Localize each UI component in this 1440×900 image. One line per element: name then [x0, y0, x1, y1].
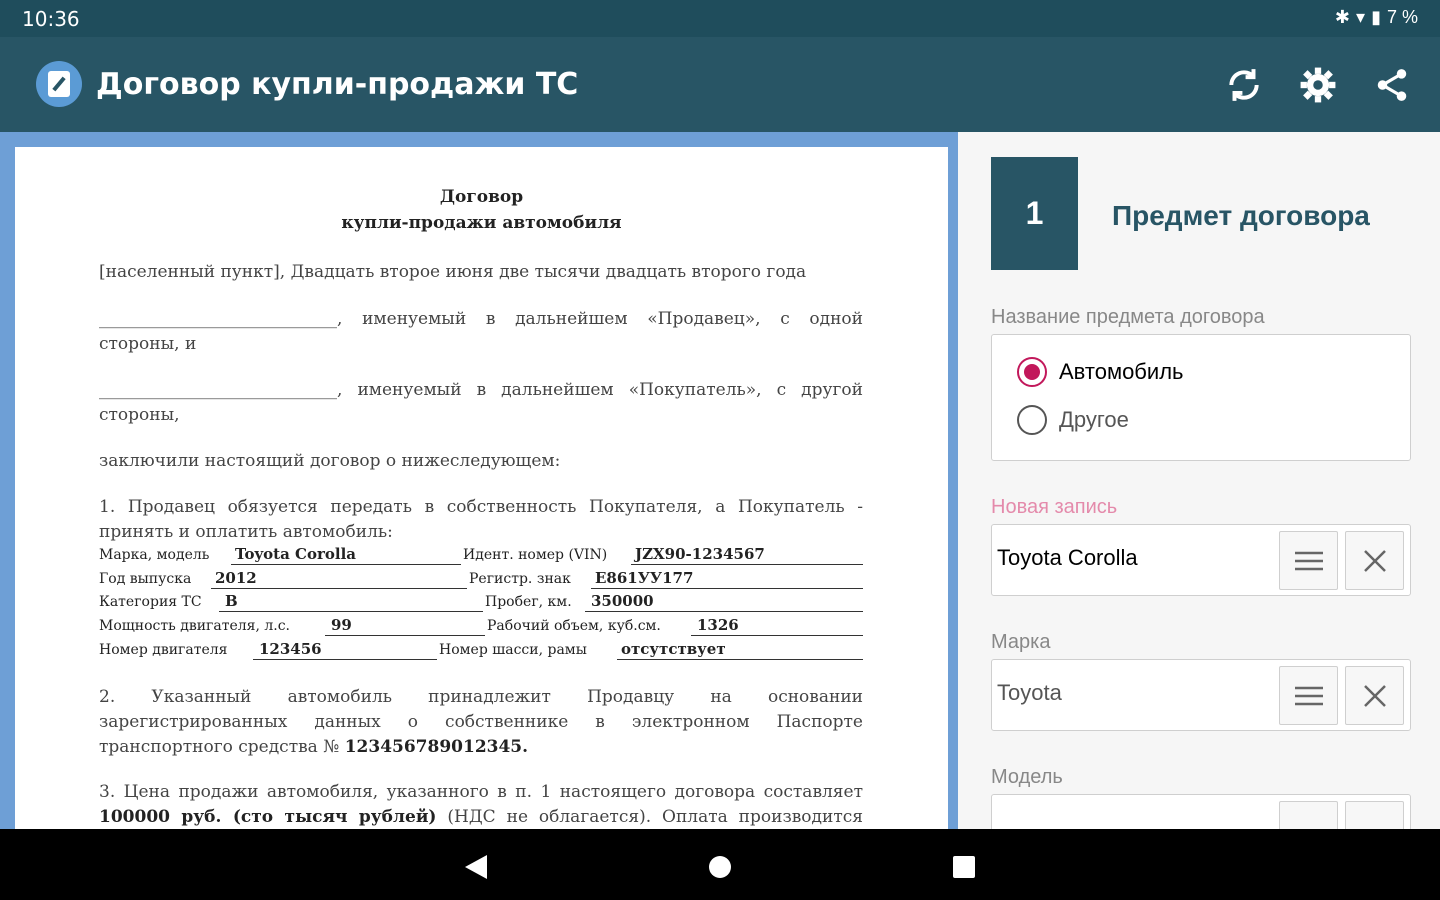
recents-square-icon: [953, 856, 975, 878]
subject-radio-group: Автомобиль Другое: [991, 334, 1411, 461]
share-icon: [1377, 69, 1407, 101]
model-label: Модель: [991, 766, 1063, 788]
battery-icon: ▮: [1371, 7, 1381, 27]
doc-clause-1: 1. Продавец обязуется передать в собстве…: [99, 497, 863, 542]
new-entry-value: Toyota Corolla: [997, 545, 1138, 570]
content-area: Договор купли-продажи автомобиля [населе…: [0, 132, 1440, 866]
doc-place-date: [населенный пункт], Двадцать второе июня…: [99, 262, 807, 282]
brand-clear-button[interactable]: [1345, 666, 1404, 725]
bluetooth-icon: ✱: [1334, 7, 1351, 27]
recents-button[interactable]: [946, 849, 982, 885]
doc-concluded: заключили настоящий договор о нижеследую…: [99, 451, 561, 471]
doc-subtitle: купли-продажи автомобиля: [341, 213, 622, 233]
menu-icon: [1294, 551, 1323, 570]
doc-row-engine: Номер двигателя 123456 Номер шасси, рамы…: [99, 640, 863, 664]
back-button[interactable]: [458, 849, 494, 885]
doc-row-year: Год выпуска 2012 Регистр. знак Е861УУ177: [99, 569, 863, 593]
radio-automobile[interactable]: Автомобиль: [1017, 357, 1184, 387]
app-title: Договор купли-продажи ТС: [96, 67, 579, 102]
new-entry-label: Новая запись: [991, 496, 1118, 518]
radio-checked-icon: [1017, 357, 1047, 387]
menu-icon: [1294, 686, 1323, 705]
subject-label: Название предмета договора: [991, 306, 1265, 328]
form-panel: 1 Предмет договора Название предмета дог…: [958, 132, 1440, 866]
new-entry-field[interactable]: Toyota Corolla: [991, 524, 1411, 596]
app-logo-icon: [36, 61, 82, 107]
status-icons: ✱ ▾ ▮ 7 %: [1335, 7, 1418, 28]
home-circle-icon: [709, 856, 731, 878]
radio-unchecked-icon: [1017, 405, 1047, 435]
battery-level: 7 %: [1386, 7, 1418, 27]
gear-icon: [1300, 67, 1336, 103]
doc-row-category: Категория ТС B Пробег, км. 350000: [99, 592, 863, 616]
new-entry-clear-button[interactable]: [1345, 531, 1404, 590]
home-button[interactable]: [702, 849, 738, 885]
radio-other[interactable]: Другое: [1017, 405, 1129, 435]
share-button[interactable]: [1366, 59, 1418, 111]
brand-value: Toyota: [997, 680, 1062, 705]
doc-row-brand: Марка, модель Toyota Corolla Идент. номе…: [99, 545, 863, 569]
document-preview[interactable]: Договор купли-продажи автомобиля [населе…: [0, 132, 958, 829]
settings-button[interactable]: [1292, 59, 1344, 111]
wifi-icon: ▾: [1356, 7, 1366, 27]
brand-field[interactable]: Toyota: [991, 659, 1411, 731]
refresh-button[interactable]: [1218, 59, 1270, 111]
refresh-icon: [1229, 69, 1259, 101]
close-icon: [1363, 684, 1386, 707]
doc-seller: ____________________________, именуемый …: [99, 309, 863, 354]
step-number: 1: [991, 157, 1078, 270]
status-bar: 10:36 ✱ ▾ ▮ 7 %: [0, 0, 1440, 37]
app-bar: Договор купли-продажи ТС: [0, 37, 1440, 132]
doc-buyer: ____________________________, именуемый …: [99, 380, 863, 425]
doc-clause-2: 2. Указанный автомобиль принадлежит Прод…: [99, 687, 863, 757]
back-triangle-icon: [465, 855, 487, 879]
doc-title: Договор: [439, 187, 524, 207]
new-entry-menu-button[interactable]: [1279, 531, 1338, 590]
close-icon: [1363, 549, 1386, 572]
brand-label: Марка: [991, 631, 1051, 653]
document-page: Договор купли-продажи автомобиля [населе…: [15, 147, 948, 829]
brand-menu-button[interactable]: [1279, 666, 1338, 725]
navigation-bar: [0, 829, 1440, 900]
status-time: 10:36: [22, 7, 80, 31]
step-title: Предмет договора: [1112, 200, 1370, 231]
doc-row-power: Мощность двигателя, л.с. 99 Рабочий объе…: [99, 616, 863, 640]
doc-clause-3: 3. Цена продажи автомобиля, указанного в…: [99, 782, 863, 827]
